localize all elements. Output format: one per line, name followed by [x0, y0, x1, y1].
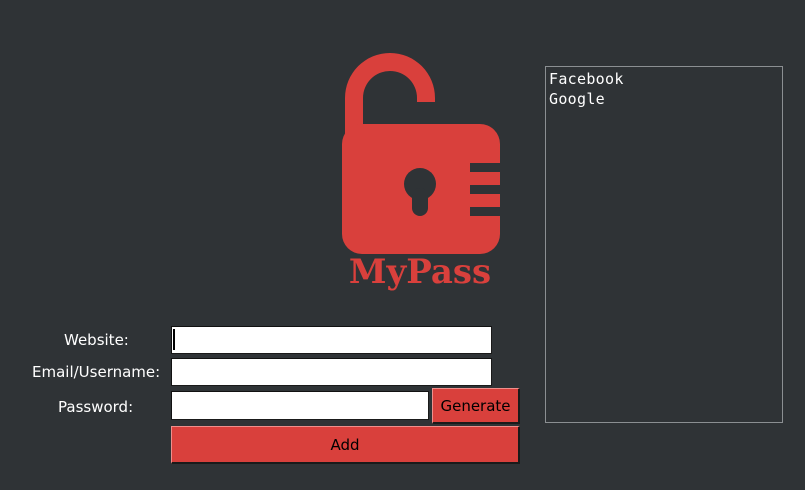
padlock-icon [342, 53, 502, 254]
text-cursor [173, 329, 175, 350]
website-label: Website: [64, 331, 129, 349]
generate-button[interactable]: Generate [432, 388, 520, 424]
password-label: Password: [58, 398, 134, 416]
list-item[interactable]: Facebook [549, 69, 779, 89]
password-input[interactable] [171, 391, 429, 420]
add-button[interactable]: Add [171, 426, 520, 464]
saved-sites-listbox[interactable]: Facebook Google [545, 66, 783, 423]
email-label: Email/Username: [32, 363, 161, 381]
website-input[interactable] [171, 326, 492, 354]
logo-text: MyPass [349, 252, 491, 292]
email-input[interactable] [171, 358, 492, 386]
list-item[interactable]: Google [549, 89, 779, 109]
mypass-logo: MyPass [342, 53, 502, 292]
